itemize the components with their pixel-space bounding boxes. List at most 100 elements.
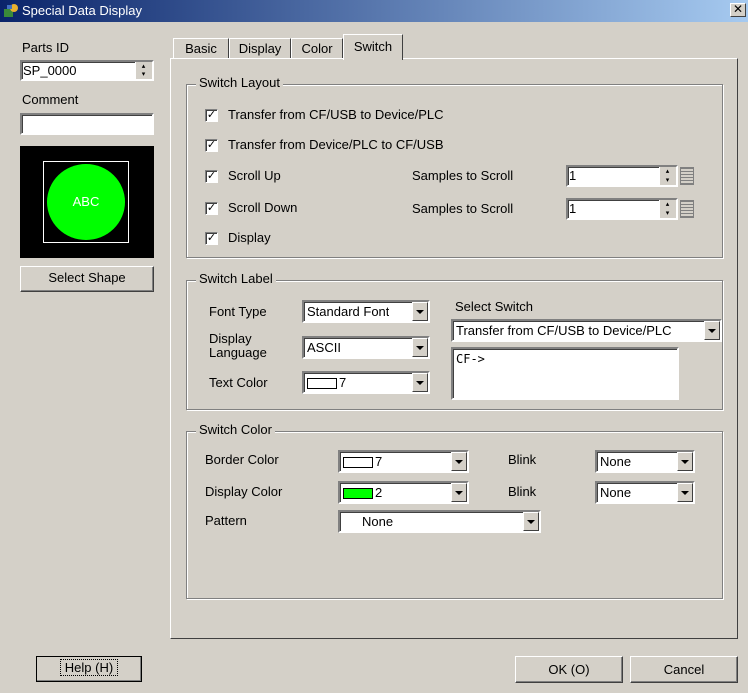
tab-switch[interactable]: Switch bbox=[343, 34, 403, 60]
border-color-dropdown[interactable]: 7 bbox=[338, 450, 469, 473]
border-color-label: Border Color bbox=[205, 452, 279, 467]
keypad-icon[interactable] bbox=[680, 200, 694, 218]
display-language-value: ASCII bbox=[307, 340, 341, 355]
samples-down-spinner[interactable]: ▴ ▾ bbox=[659, 200, 676, 218]
close-icon: ✕ bbox=[732, 2, 744, 16]
select-shape-button[interactable]: Select Shape bbox=[20, 266, 154, 292]
switch-color-title: Switch Color bbox=[196, 422, 275, 437]
select-switch-dropdown[interactable]: Transfer from CF/USB to Device/PLC bbox=[451, 319, 722, 342]
select-switch-label: Select Switch bbox=[455, 299, 534, 314]
preview-text: ABC bbox=[72, 194, 100, 209]
pattern-dropdown[interactable]: None bbox=[338, 510, 541, 533]
parts-id-spinner[interactable]: ▴ ▾ bbox=[135, 62, 152, 79]
scroll-down-label: Scroll Down bbox=[228, 200, 298, 215]
tab-color[interactable]: Color bbox=[291, 38, 343, 59]
chevron-down-icon[interactable] bbox=[412, 302, 428, 321]
spin-up-icon[interactable]: ▴ bbox=[660, 200, 675, 209]
tab-display[interactable]: Display bbox=[229, 38, 291, 59]
samples-to-scroll-up-field[interactable]: 1 ▴ ▾ bbox=[566, 165, 678, 187]
pattern-value: None bbox=[362, 514, 394, 529]
border-color-value: 7 bbox=[343, 452, 382, 471]
samples-up-spinner[interactable]: ▴ ▾ bbox=[659, 167, 676, 185]
chevron-down-icon[interactable] bbox=[523, 512, 539, 531]
spin-down-icon[interactable]: ▾ bbox=[136, 70, 151, 79]
parts-id-label: Parts ID bbox=[22, 40, 69, 55]
text-color-dropdown[interactable]: 7 bbox=[302, 371, 430, 394]
tab-basic[interactable]: Basic bbox=[173, 38, 229, 59]
window-title: Special Data Display bbox=[22, 3, 142, 18]
border-color-number: 7 bbox=[375, 454, 383, 469]
pattern-label: Pattern bbox=[205, 513, 247, 528]
chevron-down-icon[interactable] bbox=[451, 483, 467, 502]
chevron-down-icon[interactable] bbox=[451, 452, 467, 471]
transfer-cf-to-plc-checkbox[interactable]: ✓ bbox=[205, 109, 218, 122]
blink-value-2: None bbox=[600, 485, 632, 500]
blink-dropdown-1[interactable]: None bbox=[595, 450, 695, 473]
parts-id-field[interactable]: SP_0000 ▴ ▾ bbox=[20, 60, 154, 81]
samples-to-scroll-down-field[interactable]: 1 ▴ ▾ bbox=[566, 198, 678, 220]
chevron-down-icon[interactable] bbox=[677, 452, 693, 471]
ok-button[interactable]: OK (O) bbox=[515, 656, 623, 683]
display-color-value: 2 bbox=[343, 483, 382, 502]
check-icon: ✓ bbox=[206, 139, 217, 151]
preview-switch-circle: ABC bbox=[47, 164, 125, 240]
select-switch-value: Transfer from CF/USB to Device/PLC bbox=[456, 323, 672, 338]
transfer-plc-to-cf-checkbox[interactable]: ✓ bbox=[205, 139, 218, 152]
samples-to-scroll-up-label: Samples to Scroll bbox=[412, 168, 514, 183]
title-bar: Special Data Display ✕ bbox=[0, 0, 748, 22]
chevron-down-icon[interactable] bbox=[677, 483, 693, 502]
transfer-plc-to-cf-label: Transfer from Device/PLC to CF/USB bbox=[228, 137, 444, 152]
display-label: Display bbox=[228, 230, 271, 245]
help-button[interactable]: Help (H) bbox=[36, 656, 142, 682]
display-color-label: Display Color bbox=[205, 484, 283, 499]
check-icon: ✓ bbox=[206, 170, 217, 182]
close-button[interactable]: ✕ bbox=[730, 3, 746, 17]
samples-down-value: 1 bbox=[569, 201, 577, 216]
check-icon: ✓ bbox=[206, 109, 217, 121]
check-icon: ✓ bbox=[206, 232, 217, 244]
label-text-value: CF-> bbox=[456, 352, 485, 366]
switch-label-title: Switch Label bbox=[196, 271, 276, 286]
samples-up-value: 1 bbox=[569, 168, 577, 183]
transfer-cf-to-plc-label: Transfer from CF/USB to Device/PLC bbox=[228, 107, 444, 122]
blink-label-2: Blink bbox=[508, 484, 537, 499]
preview-frame: ABC bbox=[43, 161, 129, 243]
text-color-value: 7 bbox=[307, 373, 346, 392]
chevron-down-icon[interactable] bbox=[412, 338, 428, 357]
scroll-up-label: Scroll Up bbox=[228, 168, 281, 183]
blink-dropdown-2[interactable]: None bbox=[595, 481, 695, 504]
display-checkbox[interactable]: ✓ bbox=[205, 232, 218, 245]
color-swatch bbox=[343, 488, 373, 500]
label-text-area[interactable]: CF-> bbox=[451, 347, 679, 400]
comment-label: Comment bbox=[22, 92, 79, 107]
text-color-label: Text Color bbox=[209, 375, 268, 390]
display-language-dropdown[interactable]: ASCII bbox=[302, 336, 430, 359]
shape-preview: ABC bbox=[20, 146, 154, 258]
display-language-label: Display Language bbox=[209, 331, 267, 360]
check-icon: ✓ bbox=[206, 202, 217, 214]
text-color-number: 7 bbox=[339, 375, 347, 390]
chevron-down-icon[interactable] bbox=[412, 373, 428, 392]
color-swatch bbox=[343, 457, 373, 469]
font-type-dropdown[interactable]: Standard Font bbox=[302, 300, 430, 323]
spin-down-icon[interactable]: ▾ bbox=[660, 176, 675, 185]
comment-field[interactable] bbox=[20, 113, 154, 135]
parts-id-value: SP_0000 bbox=[23, 63, 77, 78]
cancel-button[interactable]: Cancel bbox=[630, 656, 738, 683]
color-swatch bbox=[307, 378, 337, 390]
app-icon bbox=[4, 4, 18, 17]
help-label: Help (H) bbox=[59, 659, 119, 676]
spin-up-icon[interactable]: ▴ bbox=[660, 167, 675, 176]
scroll-down-checkbox[interactable]: ✓ bbox=[205, 202, 218, 215]
display-color-number: 2 bbox=[375, 485, 383, 500]
display-color-dropdown[interactable]: 2 bbox=[338, 481, 469, 504]
switch-layout-title: Switch Layout bbox=[196, 75, 283, 90]
keypad-icon[interactable] bbox=[680, 167, 694, 185]
blink-label-1: Blink bbox=[508, 452, 537, 467]
samples-to-scroll-down-label: Samples to Scroll bbox=[412, 201, 514, 216]
blink-value-1: None bbox=[600, 454, 632, 469]
scroll-up-checkbox[interactable]: ✓ bbox=[205, 170, 218, 183]
spin-down-icon[interactable]: ▾ bbox=[660, 209, 675, 218]
chevron-down-icon[interactable] bbox=[704, 321, 720, 340]
font-type-value: Standard Font bbox=[307, 304, 390, 319]
